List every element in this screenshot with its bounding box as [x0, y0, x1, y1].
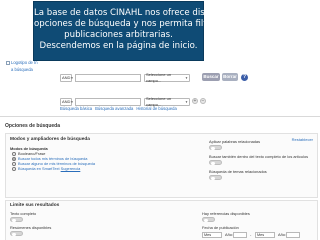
year-to-label: Año:: [278, 232, 287, 237]
instruction-callout: La base de datos CINAHL nos ofrece disti…: [33, 1, 236, 61]
clear-button[interactable]: Borrar: [222, 73, 238, 81]
divider: [0, 116, 320, 117]
broken-image-icon: [6, 61, 10, 65]
search-term-input-1[interactable]: [75, 74, 141, 82]
related-subjects-toggle[interactable]: [209, 175, 222, 180]
boolean-operator-select-1[interactable]: AND ▼: [60, 74, 74, 82]
remove-row-icon[interactable]: −: [200, 98, 206, 104]
month-to-select[interactable]: Mes: [255, 232, 275, 238]
abstracts-toggle[interactable]: [10, 231, 23, 236]
date-range-dash: -: [250, 232, 252, 237]
mode-label: Búsqueda en SmartText: [18, 166, 60, 171]
search-modes-panel-title: Modos y ampliadores de búsqueda: [10, 137, 90, 142]
radio-icon: [12, 161, 16, 166]
chevron-down-icon: ▼: [185, 76, 188, 80]
search-row-1: AND ▼ Seleccione un campo... ▼: [60, 72, 190, 83]
smarttext-hint-link[interactable]: Sugerencia: [61, 166, 81, 171]
year-to-input[interactable]: [286, 232, 300, 238]
search-field-select-1[interactable]: Seleccione un campo... ▼: [144, 72, 190, 83]
boolean-operator-select-2[interactable]: AND ▼: [60, 98, 74, 106]
radio-icon: [12, 166, 16, 171]
year-from-label: Año:: [225, 232, 234, 237]
month-from-select[interactable]: Mes: [202, 232, 222, 238]
logo-alt-text-line2: a búsqueda: [11, 67, 33, 72]
search-modes-panel: Modos y ampliadores de búsqueda Restable…: [5, 133, 318, 198]
tab-basic-search[interactable]: Búsqueda básica: [60, 106, 92, 111]
option-related-words-label: Aplicar palabras relacionadas: [209, 139, 261, 144]
chevron-down-icon: ▼: [70, 100, 74, 104]
full-text-toggle[interactable]: [10, 217, 23, 222]
option-related-subjects-label: Búsqueda de temas relacionados: [209, 169, 267, 174]
search-button[interactable]: Buscar: [202, 73, 220, 81]
search-field-value: Seleccione un campo...: [146, 72, 172, 83]
boolean-operator-value: AND: [62, 99, 71, 104]
option-fulltext-label: Buscar también dentro del texto completo…: [209, 154, 309, 159]
search-tabs: Búsqueda básica Búsqueda avanzada Histor…: [60, 106, 177, 111]
database-logo[interactable]: Logotipo de In a búsqueda: [6, 60, 42, 80]
search-options-title: Opciones de búsqueda: [5, 123, 61, 129]
boolean-operator-value: AND: [62, 75, 71, 80]
callout-line-1: La base de datos CINAHL nos ofrece disti…: [34, 8, 230, 18]
fulltext-search-toggle[interactable]: [209, 160, 222, 165]
reset-link[interactable]: Restablecer: [292, 137, 313, 142]
tab-search-history[interactable]: Historial de búsqueda: [136, 106, 177, 111]
limit-references-label: Hay referencias disponibles: [202, 211, 250, 216]
help-icon[interactable]: ?: [241, 73, 248, 81]
callout-line-4: Descendemos en la página de inicio.: [39, 41, 198, 51]
references-toggle[interactable]: [202, 217, 215, 222]
related-words-toggle[interactable]: [209, 145, 222, 150]
callout-line-3: publicaciones arbitrarias.: [64, 30, 173, 40]
search-term-input-2[interactable]: [75, 98, 141, 106]
limits-panel-title: Limite sus resultados: [10, 203, 60, 208]
radio-icon: [12, 151, 16, 156]
limit-abstracts-label: Resúmenes disponibles: [10, 225, 52, 230]
add-row-icon[interactable]: +: [192, 98, 198, 104]
radio-selected-icon: [12, 156, 16, 161]
limits-panel: Limite sus resultados Texto completo Res…: [5, 200, 318, 240]
tab-advanced-search[interactable]: Búsqueda avanzada: [95, 106, 133, 111]
callout-line-2: opciones de búsqueda y nos permita filtr…: [34, 19, 236, 29]
chevron-down-icon: ▼: [185, 100, 188, 104]
limit-full-text-label: Texto completo: [10, 211, 37, 216]
mode-smarttext[interactable]: Búsqueda en SmartText Sugerencia: [12, 166, 80, 171]
publication-date-label: Fecha de publicación: [202, 225, 239, 230]
search-field-select-2[interactable]: Seleccione un campo... ▼: [144, 96, 190, 107]
chevron-down-icon: ▼: [70, 76, 74, 80]
year-from-input[interactable]: [233, 232, 247, 238]
